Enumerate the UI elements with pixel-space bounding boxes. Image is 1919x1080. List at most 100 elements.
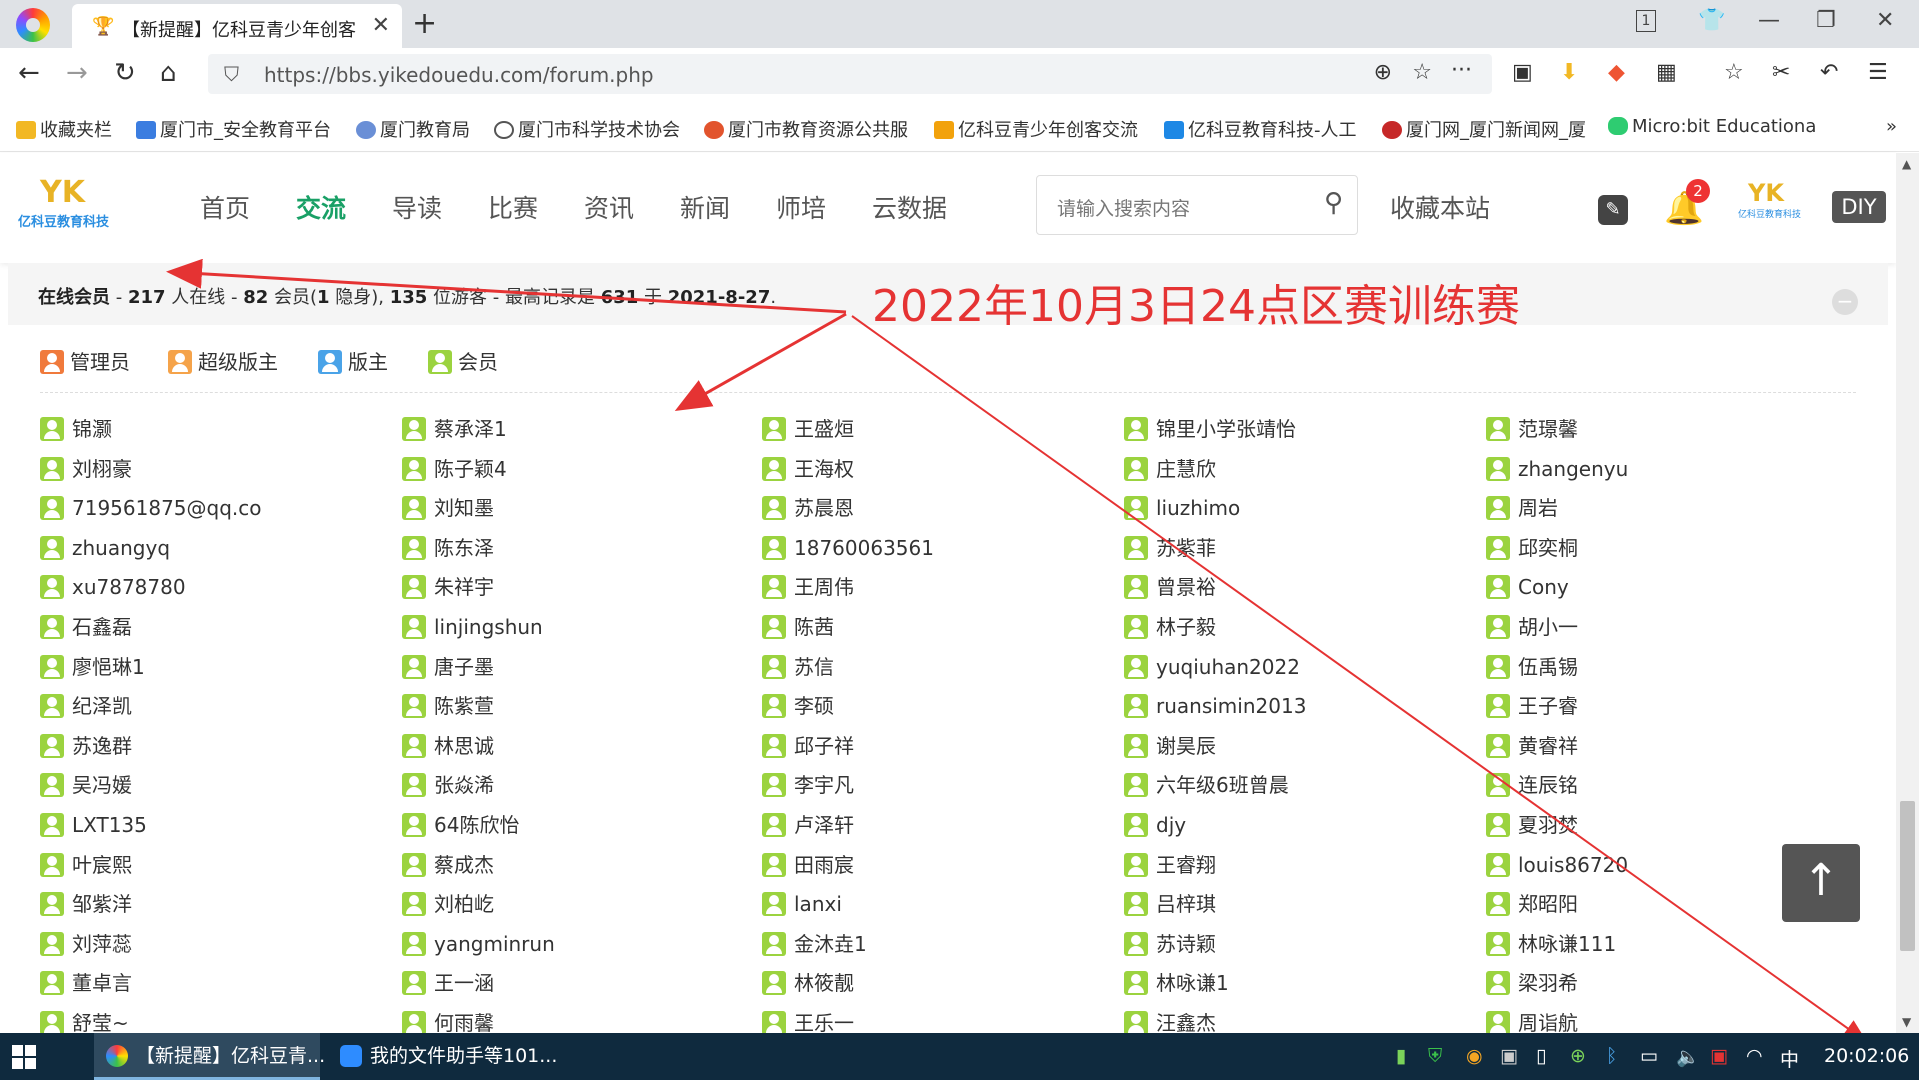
member-item[interactable]: 王子睿: [1486, 691, 1578, 721]
search-input[interactable]: 请输入搜索内容 ⚲: [1036, 175, 1358, 235]
member-item[interactable]: 蔡承泽1: [402, 414, 507, 444]
page-scrollbar[interactable]: ▲ ▼: [1896, 153, 1919, 1033]
member-name[interactable]: 唐子墨: [434, 655, 494, 679]
member-item[interactable]: xu7878780: [40, 572, 186, 602]
member-item[interactable]: 王海权: [762, 454, 854, 484]
member-name[interactable]: 梁羽希: [1518, 971, 1578, 995]
member-item[interactable]: 舒莹~: [40, 1008, 129, 1034]
member-name[interactable]: linjingshun: [434, 615, 543, 639]
forward-icon[interactable]: →: [66, 58, 88, 88]
member-name[interactable]: 苏诗颖: [1156, 932, 1216, 956]
member-name[interactable]: 李硕: [794, 694, 834, 718]
member-name[interactable]: 陈子颖4: [434, 457, 507, 481]
member-item[interactable]: 何雨馨: [402, 1008, 494, 1034]
member-item[interactable]: yuqiuhan2022: [1124, 652, 1300, 682]
member-name[interactable]: 胡小一: [1518, 615, 1578, 639]
member-name[interactable]: 王盛烜: [794, 417, 854, 441]
member-name[interactable]: 曾景裕: [1156, 575, 1216, 599]
member-item[interactable]: 张焱浠: [402, 770, 494, 800]
member-name[interactable]: 刘知墨: [434, 496, 494, 520]
member-item[interactable]: yangminrun: [402, 929, 555, 959]
scroll-thumb[interactable]: [1900, 801, 1915, 951]
tray-usb-icon[interactable]: ▯: [1536, 1045, 1546, 1067]
restore-icon[interactable]: ❐: [1816, 8, 1836, 33]
member-item[interactable]: 苏逸群: [40, 731, 132, 761]
member-name[interactable]: xu7878780: [72, 575, 186, 599]
member-name[interactable]: 锦里小学张靖怡: [1156, 417, 1296, 441]
bookmark-site-link[interactable]: 收藏本站: [1390, 189, 1490, 225]
nav-guide[interactable]: 导读: [392, 189, 442, 225]
tray-shield-icon[interactable]: ⛨: [1428, 1045, 1442, 1067]
member-name[interactable]: 刘萍蕊: [72, 932, 132, 956]
tab-close-icon[interactable]: ✕: [372, 13, 390, 38]
browser-logo-icon[interactable]: [16, 8, 50, 42]
member-item[interactable]: 苏信: [762, 652, 834, 682]
member-name[interactable]: 廖悒琳1: [72, 655, 145, 679]
url-text[interactable]: https://bbs.yikedouedu.com/forum.php: [264, 63, 654, 87]
member-item[interactable]: 林筱靓: [762, 968, 854, 998]
address-bar[interactable]: ⛉ https://bbs.yikedouedu.com/forum.php ⊕…: [208, 54, 1492, 94]
member-name[interactable]: 王海权: [794, 457, 854, 481]
member-name[interactable]: yangminrun: [434, 932, 555, 956]
member-item[interactable]: 王睿翔: [1124, 850, 1216, 880]
member-name[interactable]: 王一涵: [434, 971, 494, 995]
member-name[interactable]: 李宇凡: [794, 773, 854, 797]
member-item[interactable]: 刘柏屹: [402, 889, 494, 919]
member-name[interactable]: 范璟馨: [1518, 417, 1578, 441]
taskbar-clock[interactable]: 20:02:06: [1824, 1045, 1909, 1067]
member-item[interactable]: 64陈欣怡: [402, 810, 519, 840]
collapse-icon[interactable]: −: [1832, 289, 1858, 315]
member-name[interactable]: Cony: [1518, 575, 1569, 599]
member-item[interactable]: 邱奕桐: [1486, 533, 1578, 563]
undo-icon[interactable]: ↶: [1820, 60, 1838, 85]
member-name[interactable]: 何雨馨: [434, 1011, 494, 1034]
member-item[interactable]: 李宇凡: [762, 770, 854, 800]
member-name[interactable]: 王睿翔: [1156, 853, 1216, 877]
member-item[interactable]: 邹紫洋: [40, 889, 132, 919]
member-item[interactable]: 夏羽焚: [1486, 810, 1578, 840]
member-item[interactable]: 18760063561: [762, 533, 934, 563]
member-item[interactable]: liuzhimo: [1124, 493, 1240, 523]
member-name[interactable]: 王子睿: [1518, 694, 1578, 718]
member-item[interactable]: 邱子祥: [762, 731, 854, 761]
bookmark-item[interactable]: 厦门市_安全教育平台: [136, 116, 331, 142]
browser-tab[interactable]: 🏆 【新提醒】亿科豆青少年创客 ✕: [72, 4, 402, 48]
diy-button[interactable]: DIY: [1832, 191, 1886, 223]
member-name[interactable]: 夏羽焚: [1518, 813, 1578, 837]
bookmark-item[interactable]: 厦门市科学技术协会: [494, 116, 680, 142]
member-item[interactable]: 连辰铭: [1486, 770, 1578, 800]
tray-battery-app-icon[interactable]: ▮: [1396, 1045, 1406, 1067]
bookmark-item[interactable]: Micro:bit Educationa: [1608, 116, 1816, 137]
member-name[interactable]: 邱奕桐: [1518, 536, 1578, 560]
member-name[interactable]: 邹紫洋: [72, 892, 132, 916]
member-item[interactable]: 刘栩豪: [40, 454, 132, 484]
member-name[interactable]: 64陈欣怡: [434, 813, 519, 837]
member-name[interactable]: 吕梓琪: [1156, 892, 1216, 916]
member-item[interactable]: 董卓言: [40, 968, 132, 998]
member-name[interactable]: 黄睿祥: [1518, 734, 1578, 758]
member-item[interactable]: 陈紫萱: [402, 691, 494, 721]
tray-app-icon[interactable]: ◉: [1466, 1045, 1483, 1067]
member-item[interactable]: ruansimin2013: [1124, 691, 1306, 721]
member-item[interactable]: 王盛烜: [762, 414, 854, 444]
member-item[interactable]: 朱祥宇: [402, 572, 494, 602]
battery-icon[interactable]: ▭: [1640, 1045, 1658, 1067]
member-name[interactable]: 林咏谦111: [1518, 932, 1616, 956]
member-item[interactable]: 庄慧欣: [1124, 454, 1216, 484]
member-item[interactable]: 廖悒琳1: [40, 652, 145, 682]
member-item[interactable]: 周岩: [1486, 493, 1558, 523]
taskbar-file-helper[interactable]: 我的文件助手等101...: [326, 1033, 562, 1080]
member-item[interactable]: louis86720: [1486, 850, 1628, 880]
member-name[interactable]: 陈茜: [794, 615, 834, 639]
member-item[interactable]: 王周伟: [762, 572, 854, 602]
member-item[interactable]: 黄睿祥: [1486, 731, 1578, 761]
member-name[interactable]: 18760063561: [794, 536, 934, 560]
member-item[interactable]: djy: [1124, 810, 1186, 840]
member-item[interactable]: 吴冯媛: [40, 770, 132, 800]
member-item[interactable]: 林思诚: [402, 731, 494, 761]
member-item[interactable]: 田雨宸: [762, 850, 854, 880]
member-item[interactable]: 王乐一: [762, 1008, 854, 1034]
member-item[interactable]: lanxi: [762, 889, 842, 919]
menu-icon[interactable]: ☰: [1868, 60, 1888, 85]
nav-contest[interactable]: 比赛: [488, 189, 538, 225]
